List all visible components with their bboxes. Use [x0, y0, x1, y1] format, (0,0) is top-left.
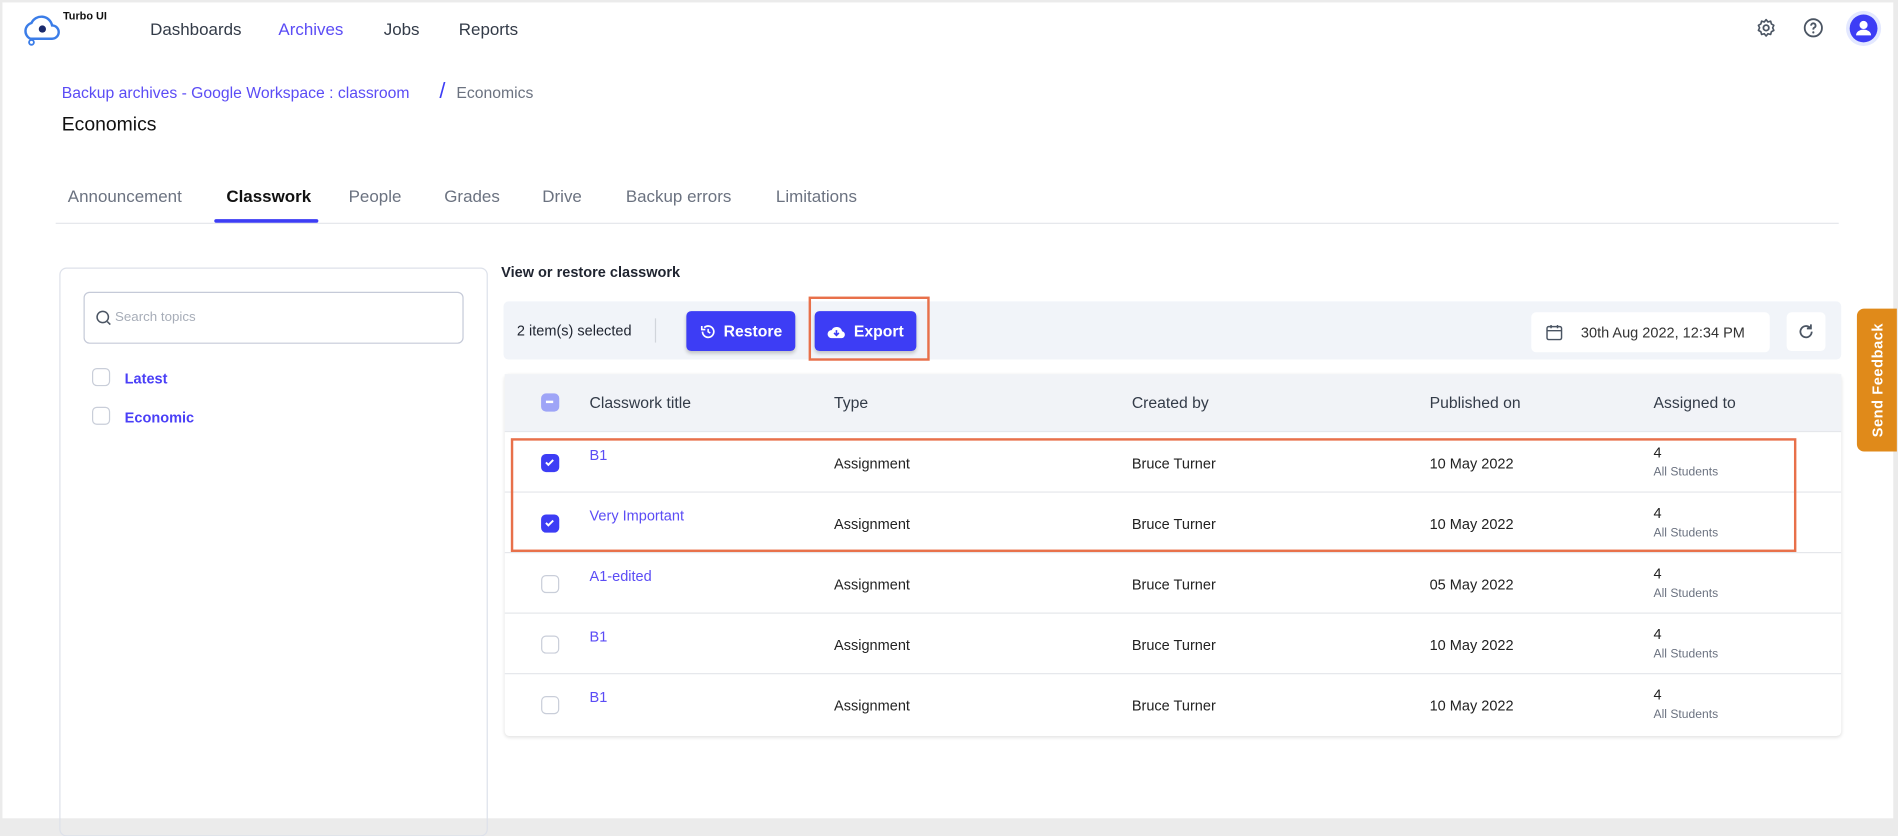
search-placeholder: Search topics — [114, 309, 196, 325]
avatar[interactable] — [1849, 14, 1878, 43]
assigned-count: 4 — [1653, 625, 1662, 643]
table-row: A1-edited Assignment Bruce Turner 05 May… — [504, 551, 1842, 613]
assigned-to: All Students — [1653, 587, 1719, 601]
backup-date: 30th Aug 2022, 12:34 PM — [1580, 324, 1745, 342]
tab-announcement[interactable]: Announcement — [68, 186, 182, 205]
help-icon[interactable] — [1802, 17, 1824, 39]
selected-rows-highlight — [510, 438, 1797, 552]
nav-jobs[interactable]: Jobs — [384, 19, 420, 38]
breadcrumb-separator: / — [439, 78, 446, 103]
table-row: B1 Assignment Bruce Turner 10 May 2022 4… — [504, 673, 1842, 734]
assigned-to: All Students — [1653, 647, 1719, 661]
tabs-divider — [55, 222, 1839, 224]
row-checkbox[interactable] — [541, 574, 560, 594]
classwork-type: Assignment — [834, 697, 910, 715]
select-all-checkbox[interactable] — [541, 393, 560, 412]
search-topics-input[interactable]: Search topics — [83, 291, 464, 344]
tab-drive[interactable]: Drive — [542, 186, 582, 205]
classwork-title-link[interactable]: A1-edited — [590, 568, 652, 585]
assigned-to: All Students — [1653, 708, 1719, 722]
refresh-icon — [1799, 324, 1813, 339]
export-highlight — [808, 296, 930, 361]
page: Turbo UI Dashboards Archives Jobs Report… — [2, 2, 1897, 836]
tab-limitations[interactable]: Limitations — [776, 186, 857, 205]
row-checkbox[interactable] — [541, 635, 560, 654]
refresh-button[interactable] — [1786, 312, 1826, 352]
table-row: B1 Assignment Bruce Turner 10 May 2022 4… — [504, 612, 1842, 674]
tab-people[interactable]: People — [349, 186, 402, 205]
table-header: Classwork title Type Created by Publishe… — [504, 374, 1842, 431]
app-name: Turbo UI — [62, 9, 107, 22]
breadcrumb-current: Economics — [456, 83, 534, 102]
published-on: 10 May 2022 — [1429, 636, 1514, 654]
header-created-by[interactable]: Created by — [1132, 393, 1209, 411]
created-by: Bruce Turner — [1131, 636, 1216, 654]
user-icon — [1856, 20, 1872, 36]
send-feedback-label: Send Feedback — [1868, 322, 1886, 438]
restore-button[interactable]: Restore — [686, 311, 796, 352]
send-feedback-button[interactable]: Send Feedback — [1856, 308, 1897, 452]
classwork-table: Classwork title Type Created by Publishe… — [504, 374, 1842, 736]
page-title: Economics — [61, 114, 157, 136]
nav-reports[interactable]: Reports — [459, 19, 518, 38]
logo[interactable] — [19, 12, 63, 46]
assigned-count: 4 — [1653, 686, 1662, 704]
header-title[interactable]: Classwork title — [590, 393, 691, 411]
header-published-on[interactable]: Published on — [1430, 393, 1521, 411]
created-by: Bruce Turner — [1131, 697, 1216, 715]
nav-dashboards[interactable]: Dashboards — [150, 19, 241, 38]
topic-checkbox-economic[interactable] — [91, 406, 111, 425]
toolbar-divider — [654, 318, 657, 343]
assigned-count: 4 — [1653, 565, 1662, 583]
published-on: 10 May 2022 — [1429, 697, 1514, 715]
section-title: View or restore classwork — [501, 263, 681, 281]
restore-label: Restore — [723, 321, 783, 341]
tab-backup-errors[interactable]: Backup errors — [626, 186, 732, 205]
selected-count: 2 item(s) selected — [516, 321, 632, 339]
search-icon — [96, 310, 111, 326]
breadcrumb-parent[interactable]: Backup archives - Google Workspace : cla… — [62, 84, 410, 102]
classwork-type: Assignment — [834, 636, 910, 654]
cloud-logo-icon — [24, 15, 60, 46]
topic-latest[interactable]: Latest — [125, 370, 168, 387]
row-checkbox[interactable] — [541, 696, 560, 715]
gear-icon[interactable] — [1755, 17, 1777, 39]
classwork-type: Assignment — [834, 576, 910, 594]
backup-date-picker[interactable]: 30th Aug 2022, 12:34 PM — [1531, 312, 1770, 353]
header-type[interactable]: Type — [834, 393, 868, 411]
history-icon — [700, 324, 715, 338]
topic-economic[interactable]: Economic — [125, 409, 194, 426]
tab-classwork[interactable]: Classwork — [226, 186, 311, 205]
topic-checkbox-latest[interactable] — [91, 367, 111, 387]
active-tab-indicator — [214, 219, 319, 223]
classwork-title-link[interactable]: B1 — [590, 689, 608, 706]
classwork-title-link[interactable]: B1 — [590, 628, 608, 645]
tab-grades[interactable]: Grades — [444, 186, 500, 205]
published-on: 05 May 2022 — [1429, 576, 1514, 594]
nav-archives[interactable]: Archives — [278, 19, 343, 38]
header-assigned-to[interactable]: Assigned to — [1654, 393, 1736, 411]
created-by: Bruce Turner — [1131, 576, 1216, 594]
topics-panel — [59, 267, 488, 836]
calendar-icon — [1546, 325, 1563, 341]
